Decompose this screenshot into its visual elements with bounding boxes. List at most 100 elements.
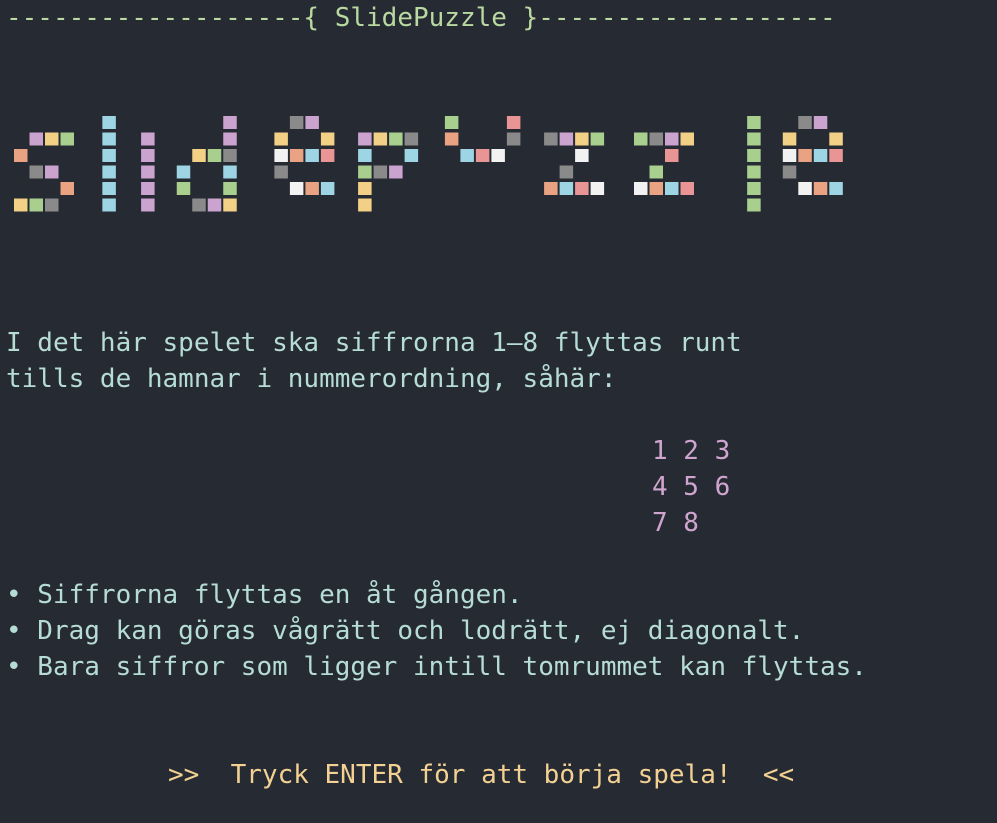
- logo-block: [798, 116, 812, 129]
- logo-block: [747, 116, 761, 129]
- logo-block: [590, 182, 605, 195]
- rule-item-3: • Bara siffror som ligger intill tomrumm…: [6, 652, 867, 682]
- logo-block: [29, 198, 43, 212]
- logo-block: [559, 132, 574, 146]
- logo-block: [813, 182, 828, 195]
- logo-block: [102, 182, 116, 195]
- logo-block: [223, 132, 237, 146]
- intro-line-1: I det här spelet ska siffrorna 1–8 flytt…: [6, 328, 742, 358]
- logo-block: [575, 132, 589, 146]
- logo-block: [60, 132, 74, 146]
- logo-block: [305, 116, 319, 129]
- logo-block: [223, 149, 237, 162]
- logo-block: [634, 132, 648, 146]
- logo-block: [207, 149, 222, 162]
- logo-block: [460, 149, 474, 162]
- logo-block: [358, 165, 372, 179]
- logo-block: [274, 132, 288, 146]
- logo-block: [829, 149, 843, 162]
- logo-block: [141, 182, 155, 195]
- logo-block: [747, 165, 761, 179]
- logo-block: [559, 182, 574, 195]
- solved-grid-row-2: 4 5 6: [652, 472, 731, 502]
- logo-block: [575, 149, 589, 162]
- logo-block: [102, 165, 116, 179]
- logo-block: [444, 116, 459, 129]
- logo-block: [373, 165, 388, 179]
- logo-block: [680, 182, 694, 195]
- logo-block: [373, 132, 388, 146]
- logo-block: [544, 182, 558, 195]
- logo-block: [491, 149, 505, 162]
- terminal-screen: -------------------{ SlidePuzzle }------…: [0, 0, 997, 823]
- logo-block: [289, 182, 304, 195]
- logo-block: [782, 165, 797, 179]
- logo-block: [305, 182, 319, 195]
- logo-block: [649, 182, 663, 195]
- logo-block: [389, 165, 403, 179]
- logo-block: [665, 182, 679, 195]
- logo-block: [829, 132, 843, 146]
- slidepuzzle-logo: [14, 116, 843, 212]
- logo-block: [320, 182, 335, 195]
- logo-block: [141, 165, 155, 179]
- logo-block: [389, 132, 403, 146]
- logo-block: [813, 149, 828, 162]
- logo-block: [289, 149, 304, 162]
- logo-block: [798, 182, 812, 195]
- logo-block: [176, 182, 191, 195]
- logo-block: [404, 132, 419, 146]
- logo-block: [634, 182, 648, 195]
- logo-block: [141, 149, 155, 162]
- logo-block: [358, 182, 372, 195]
- logo-block: [747, 149, 761, 162]
- logo-block: [544, 132, 558, 146]
- logo-block: [102, 149, 116, 162]
- logo-block: [60, 182, 74, 195]
- logo-block: [141, 132, 155, 146]
- logo-block: [475, 149, 490, 162]
- logo-block: [14, 198, 28, 212]
- logo-block: [590, 132, 605, 146]
- logo-block: [14, 149, 28, 162]
- logo-block: [223, 182, 237, 195]
- logo-block: [575, 182, 589, 195]
- logo-block: [559, 165, 574, 179]
- start-prompt[interactable]: >> Tryck ENTER för att börja spela! <<: [168, 757, 794, 793]
- logo-block: [223, 116, 237, 129]
- logo-block: [45, 132, 59, 146]
- logo-block: [141, 198, 155, 212]
- logo-block: [45, 165, 59, 179]
- logo-block: [192, 198, 206, 212]
- logo-block: [223, 165, 237, 179]
- logo-block: [207, 198, 222, 212]
- logo-block: [665, 132, 679, 146]
- logo-block: [102, 116, 116, 129]
- solved-grid-row-1: 1 2 3: [652, 436, 731, 466]
- logo-block: [444, 132, 459, 146]
- logo-block: [798, 149, 812, 162]
- logo-block: [45, 198, 59, 212]
- logo-block: [320, 132, 335, 146]
- logo-block: [223, 198, 237, 212]
- logo-block: [680, 132, 694, 146]
- logo-block: [102, 198, 116, 212]
- logo-block: [747, 132, 761, 146]
- logo-block: [813, 116, 828, 129]
- logo-block: [782, 132, 797, 146]
- logo-block: [829, 182, 843, 195]
- logo-block: [747, 198, 761, 212]
- logo-block: [782, 149, 797, 162]
- logo-block: [274, 149, 288, 162]
- logo-block: [305, 149, 319, 162]
- logo-block: [665, 149, 679, 162]
- logo-block: [506, 132, 521, 146]
- logo-block: [320, 149, 335, 162]
- logo-block: [29, 132, 43, 146]
- logo-block: [274, 165, 288, 179]
- solved-grid-row-3: 7 8: [652, 508, 699, 538]
- logo-block: [192, 149, 206, 162]
- logo-block: [649, 132, 663, 146]
- logo-block: [747, 182, 761, 195]
- logo-block: [649, 165, 663, 179]
